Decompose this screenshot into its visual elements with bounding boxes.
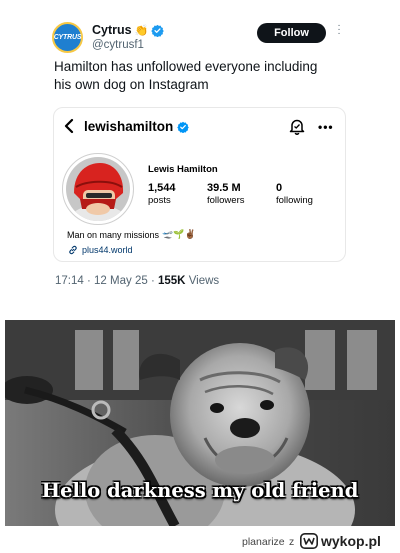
- ig-bio-emojis: 🛫🌱✌🏾: [162, 229, 196, 239]
- ig-bio-text: Man on many missions: [67, 229, 160, 240]
- views-label: Views: [188, 275, 220, 287]
- back-arrow-icon: [64, 118, 74, 134]
- avatar-logo-text: CYTRUS: [53, 34, 82, 41]
- link-icon: [69, 245, 77, 255]
- ig-stat-posts: 1,544 posts: [148, 182, 176, 206]
- tweet-text: Hamilton has unfollowed everyone includi…: [54, 59, 318, 92]
- ig-profile-picture: [62, 153, 134, 225]
- followers-label: followers: [207, 195, 245, 206]
- meta-separator-2: ·: [150, 275, 155, 287]
- author-name-row: Cytrus 👏: [92, 23, 165, 37]
- ig-verified-badge-icon: [177, 121, 190, 133]
- author-display-name[interactable]: Cytrus: [92, 23, 132, 37]
- footer-connector: z: [289, 536, 295, 548]
- notification-bell-icon: [289, 119, 305, 135]
- instagram-profile-screenshot[interactable]: lewishamilton ••• Lewis Hamilton 1,544 p…: [53, 107, 346, 262]
- following-label: following: [276, 195, 313, 206]
- posts-label: posts: [148, 195, 171, 206]
- ig-username-row: lewishamilton: [84, 119, 190, 134]
- followers-count: 39.5 M: [207, 182, 241, 194]
- ig-bio: Man on many missions 🛫🌱✌🏾: [67, 229, 196, 240]
- ig-website-link: plus44.world: [82, 245, 133, 255]
- more-options-icon[interactable]: · · ·: [334, 21, 344, 42]
- site-name: wykop.pl: [321, 533, 381, 549]
- ig-more-options-icon: •••: [318, 120, 334, 134]
- tweet-date[interactable]: 12 May 25: [94, 275, 148, 287]
- ig-stat-followers: 39.5 M followers: [207, 182, 245, 206]
- verified-badge-icon: [151, 24, 165, 37]
- follow-button[interactable]: Follow: [257, 23, 326, 43]
- author-handle[interactable]: @cytrusf1: [92, 39, 144, 51]
- views-count: 155K: [157, 275, 186, 287]
- ig-username: lewishamilton: [84, 119, 174, 134]
- watermark-footer: planarize z wykop.pl: [0, 530, 400, 553]
- author-avatar[interactable]: CYTRUS: [52, 22, 83, 53]
- tweet-card: CYTRUS Cytrus 👏 @cytrusf1 Follow · · · Ham…: [0, 0, 400, 310]
- ig-full-name: Lewis Hamilton: [148, 164, 218, 175]
- meme-caption: Hello darkness my old friend: [41, 479, 359, 502]
- ig-link-row: plus44.world: [68, 245, 133, 255]
- meme-image: Hello darkness my old friend: [5, 320, 395, 526]
- wykop-logo-icon: [300, 533, 318, 549]
- ig-stat-following: 0 following: [276, 182, 313, 206]
- following-count: 0: [276, 182, 283, 194]
- meta-separator: ·: [86, 275, 91, 287]
- tweet-meta: 17:14 · 12 May 25 · 155K Views: [55, 275, 219, 287]
- author-name-emoji: 👏: [134, 24, 149, 37]
- uploader-username: planarize: [242, 536, 285, 548]
- posts-count: 1,544: [148, 182, 176, 194]
- tweet-time[interactable]: 17:14: [55, 275, 84, 287]
- helmet-photo: [66, 157, 130, 221]
